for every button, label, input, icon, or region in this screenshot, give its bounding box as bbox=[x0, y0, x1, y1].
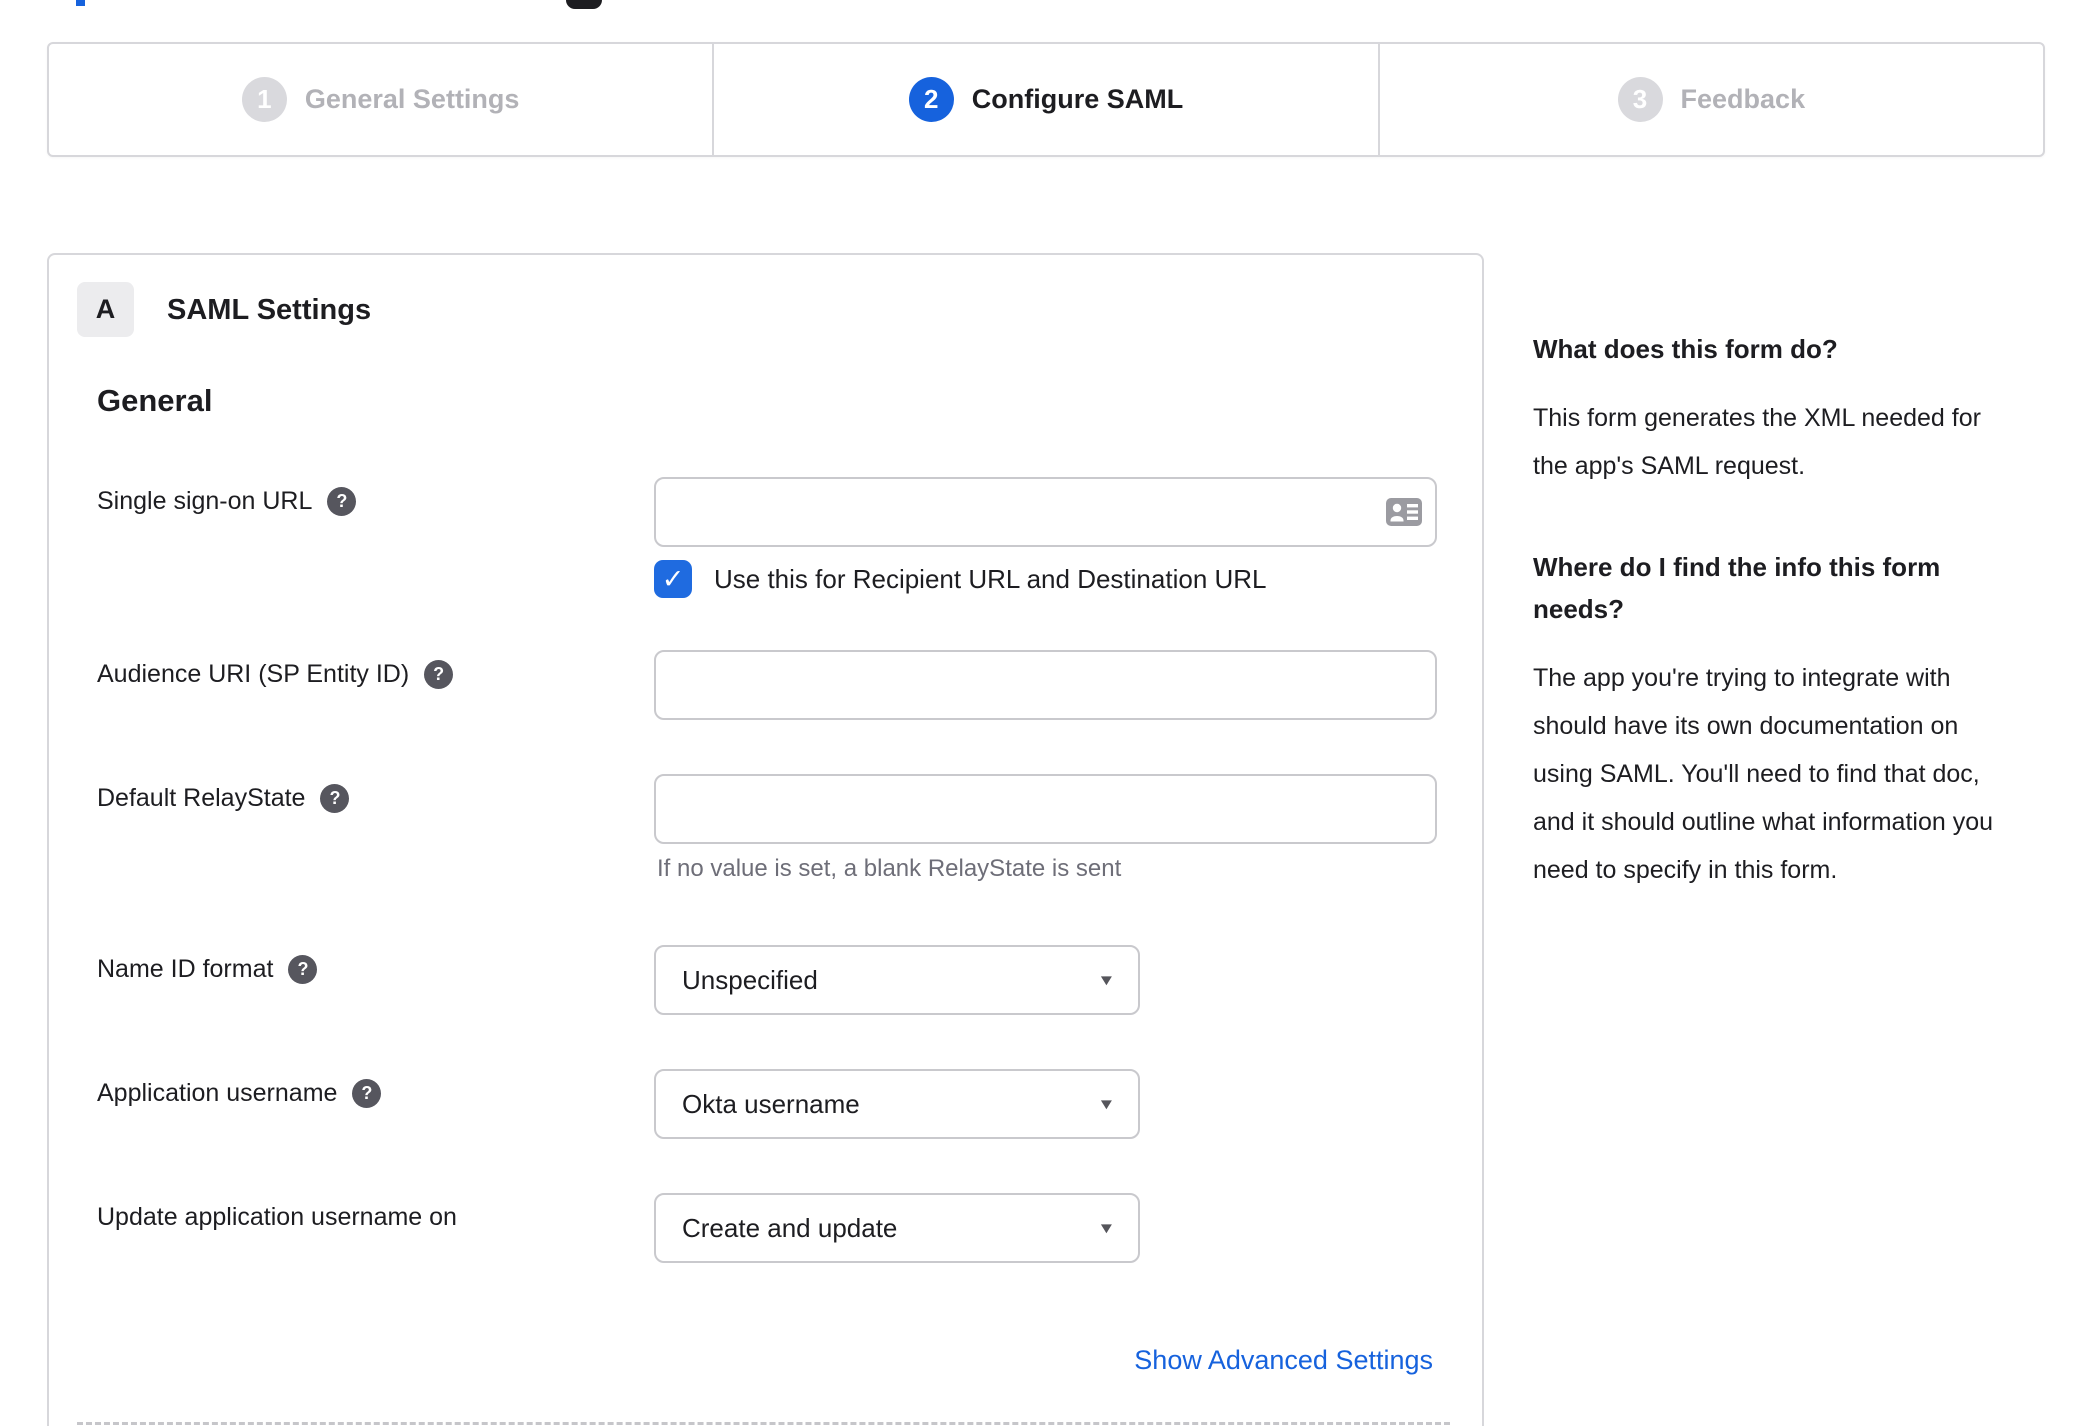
audience-uri-label-text: Audience URI (SP Entity ID) bbox=[97, 660, 410, 688]
recipient-url-checkbox-row: ✓ Use this for Recipient URL and Destina… bbox=[654, 560, 1267, 598]
step-3-label: Feedback bbox=[1680, 84, 1806, 114]
show-advanced-settings-link[interactable]: Show Advanced Settings bbox=[1134, 1345, 1433, 1376]
sso-url-label-text: Single sign-on URL bbox=[97, 487, 313, 515]
update-username-value: Create and update bbox=[682, 1212, 898, 1243]
chevron-down-icon: ▼ bbox=[1097, 971, 1116, 989]
name-id-format-label: Name ID format ? bbox=[97, 955, 318, 984]
sidebar-answer-1: This form generates the XML needed for t… bbox=[1533, 404, 1981, 480]
sso-url-input[interactable] bbox=[654, 477, 1437, 547]
sso-url-label: Single sign-on URL ? bbox=[97, 487, 357, 516]
application-username-value: Okta username bbox=[682, 1088, 860, 1119]
contact-card-icon[interactable] bbox=[1385, 497, 1423, 527]
chevron-down-icon: ▼ bbox=[1097, 1095, 1116, 1113]
step-configure-saml[interactable]: 2 Configure SAML bbox=[712, 44, 1377, 155]
cropped-logo-artifact bbox=[76, 0, 85, 6]
cropped-header-artifact bbox=[566, 0, 602, 9]
help-sidebar: What does this form do? This form genera… bbox=[1533, 328, 2018, 950]
recipient-url-checkbox-label: Use this for Recipient URL and Destinati… bbox=[714, 563, 1267, 594]
recipient-url-checkbox[interactable]: ✓ bbox=[654, 560, 692, 598]
step-general-settings[interactable]: 1 General Settings bbox=[49, 44, 712, 155]
relay-state-help-icon[interactable]: ? bbox=[320, 784, 350, 813]
step-2-number-badge: 2 bbox=[908, 77, 954, 122]
update-username-select[interactable]: Create and update ▼ bbox=[654, 1193, 1140, 1263]
general-section-heading: General bbox=[97, 383, 213, 418]
saml-settings-panel: A SAML Settings General Single sign-on U… bbox=[47, 253, 1484, 1426]
sidebar-answer-2: The app you're trying to integrate with … bbox=[1533, 664, 1994, 884]
step-2-label: Configure SAML bbox=[971, 84, 1184, 114]
application-username-select[interactable]: Okta username ▼ bbox=[654, 1069, 1140, 1139]
sidebar-question-2: Where do I find the info this form needs… bbox=[1533, 552, 1941, 624]
relay-state-label: Default RelayState ? bbox=[97, 784, 350, 813]
name-id-format-select[interactable]: Unspecified ▼ bbox=[654, 945, 1140, 1015]
step-1-label: General Settings bbox=[304, 84, 520, 114]
application-username-label-text: Application username bbox=[97, 1079, 338, 1107]
step-3-number-badge: 3 bbox=[1617, 77, 1663, 122]
update-username-label-text: Update application username on bbox=[97, 1203, 457, 1231]
application-username-help-icon[interactable]: ? bbox=[352, 1079, 382, 1108]
name-id-format-help-icon[interactable]: ? bbox=[288, 955, 318, 984]
step-1-number-badge: 1 bbox=[241, 77, 287, 122]
update-username-label: Update application username on bbox=[97, 1203, 457, 1232]
audience-uri-label: Audience URI (SP Entity ID) ? bbox=[97, 660, 454, 689]
name-id-format-label-text: Name ID format bbox=[97, 955, 274, 983]
sidebar-question-1: What does this form do? bbox=[1533, 334, 1838, 364]
wizard-stepper: 1 General Settings 2 Configure SAML 3 Fe… bbox=[47, 42, 2045, 157]
audience-uri-help-icon[interactable]: ? bbox=[424, 660, 454, 689]
name-id-format-value: Unspecified bbox=[682, 964, 818, 995]
relay-state-label-text: Default RelayState bbox=[97, 784, 306, 812]
relay-state-hint: If no value is set, a blank RelayState i… bbox=[657, 855, 1122, 882]
step-feedback[interactable]: 3 Feedback bbox=[1377, 44, 2043, 155]
sso-url-help-icon[interactable]: ? bbox=[327, 487, 357, 516]
section-dashed-divider bbox=[77, 1422, 1450, 1425]
section-a-badge: A bbox=[77, 282, 134, 337]
panel-title: SAML Settings bbox=[167, 294, 372, 326]
relay-state-input[interactable] bbox=[654, 774, 1437, 844]
application-username-label: Application username ? bbox=[97, 1079, 382, 1108]
chevron-down-icon: ▼ bbox=[1097, 1219, 1116, 1237]
audience-uri-input[interactable] bbox=[654, 650, 1437, 720]
